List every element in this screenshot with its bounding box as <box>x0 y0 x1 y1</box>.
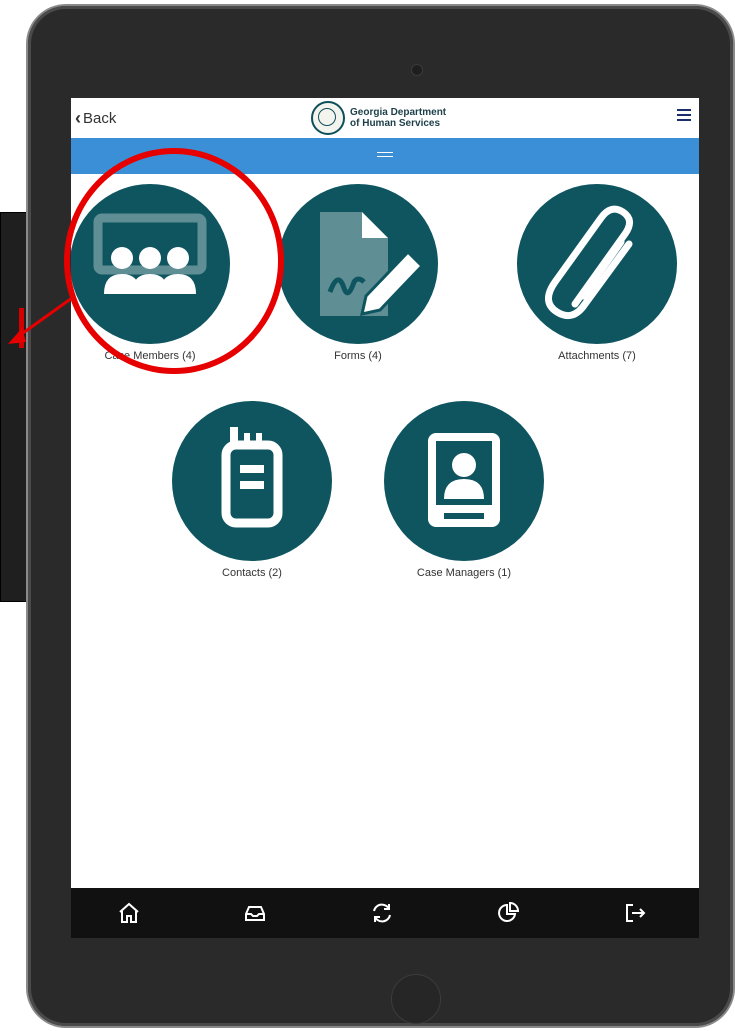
home-icon[interactable] <box>117 901 141 925</box>
list-menu-icon[interactable] <box>677 108 691 122</box>
refresh-icon[interactable] <box>370 901 394 925</box>
back-label: Back <box>83 110 117 127</box>
tile-case-managers[interactable]: Case Managers (1) <box>379 401 549 579</box>
inbox-icon[interactable] <box>243 901 267 925</box>
person-card-icon <box>384 401 544 561</box>
document-pen-icon <box>278 184 438 344</box>
annotation-side-panel <box>0 212 28 602</box>
tile-label: Case Managers (1) <box>416 567 512 579</box>
tile-label: Attachments (7) <box>558 350 636 362</box>
tablet-home-button[interactable] <box>391 974 441 1024</box>
camera-dot <box>411 64 423 76</box>
tile-forms[interactable]: Forms (4) <box>273 184 443 362</box>
pie-chart-icon[interactable] <box>496 901 520 925</box>
tile-label: Forms (4) <box>334 350 382 362</box>
back-button[interactable]: ‹ Back <box>75 108 117 128</box>
drag-handle-icon <box>377 152 393 160</box>
logo-line-2: of Human Services <box>350 118 441 129</box>
annotation-marker <box>19 308 24 348</box>
annotation-circle <box>64 148 284 374</box>
chevron-left-icon: ‹ <box>75 108 81 128</box>
top-header: ‹ Back Georgia Department of Human Servi… <box>71 98 699 139</box>
logo-line-1: Georgia Department <box>350 107 447 118</box>
dhs-logo: Georgia Department of Human Services <box>311 101 446 135</box>
radio-contact-icon <box>172 401 332 561</box>
logout-icon[interactable] <box>623 901 647 925</box>
georgia-seal-icon <box>311 101 345 135</box>
bottom-nav <box>71 888 699 938</box>
tile-label: Contacts (2) <box>222 567 282 579</box>
tile-attachments[interactable]: Attachments (7) <box>512 184 682 362</box>
paperclip-icon <box>517 184 677 344</box>
tile-contacts[interactable]: Contacts (2) <box>167 401 337 579</box>
